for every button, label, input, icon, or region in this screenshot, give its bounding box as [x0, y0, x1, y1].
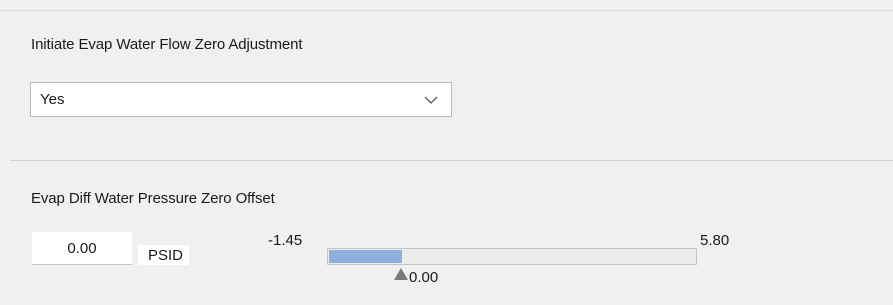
- slider-max-label: 5.80: [700, 232, 730, 249]
- pressure-offset-slider-track[interactable]: [327, 248, 697, 265]
- top-divider: [0, 10, 893, 11]
- triangle-up-icon[interactable]: [394, 268, 408, 280]
- flow-zero-adjustment-label: Initiate Evap Water Flow Zero Adjustment: [31, 36, 303, 53]
- chevron-down-icon: [424, 96, 438, 104]
- flow-zero-adjustment-selected-value: Yes: [40, 91, 65, 108]
- pressure-unit-label: PSID: [138, 245, 190, 265]
- pressure-offset-slider-fill: [329, 250, 402, 263]
- slider-min-label: -1.45: [268, 232, 303, 249]
- pressure-zero-offset-label: Evap Diff Water Pressure Zero Offset: [31, 190, 275, 207]
- flow-zero-adjustment-dropdown[interactable]: Yes: [30, 82, 452, 117]
- slider-current-value: 0.00: [409, 269, 439, 286]
- section-divider: [10, 160, 893, 161]
- pressure-zero-offset-input[interactable]: [32, 232, 132, 265]
